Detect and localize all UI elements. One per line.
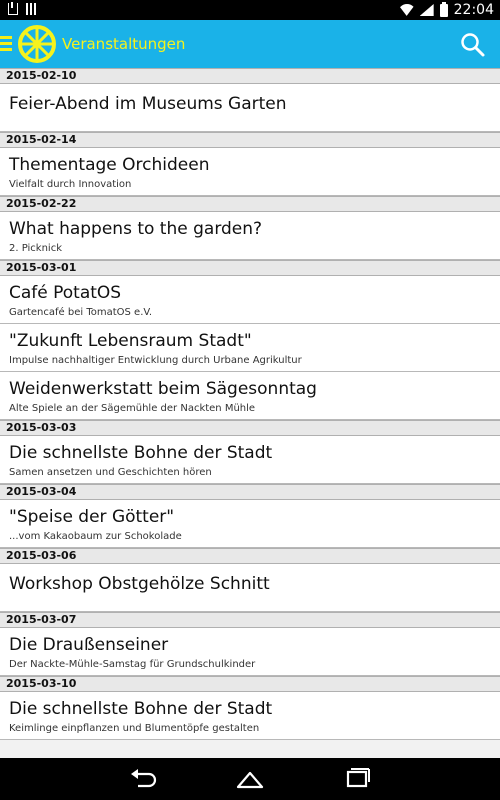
logo-wheel-icon[interactable] xyxy=(17,24,57,64)
home-icon[interactable] xyxy=(235,766,265,792)
event-title: "Zukunft Lebensraum Stadt" xyxy=(9,331,252,351)
event-title: "Speise der Götter" xyxy=(9,507,175,527)
event-title: Weidenwerkstatt beim Sägesonntag xyxy=(9,379,317,399)
date-header: 2015-02-10 xyxy=(0,68,500,84)
search-icon[interactable] xyxy=(460,32,486,58)
event-title: Thementage Orchideen xyxy=(9,155,210,175)
event-list[interactable]: 2015-02-10 Feier-Abend im Museums Garten 2… xyxy=(0,68,500,758)
event-list-item[interactable]: Feier-Abend im Museums Garten xyxy=(0,84,500,132)
page-title: Veranstaltungen xyxy=(62,35,186,53)
date-header: 2015-03-01 xyxy=(0,260,500,276)
battery-icon xyxy=(439,1,448,17)
wifi-icon xyxy=(400,4,414,16)
status-time: 22:04 xyxy=(453,2,494,18)
event-list-item[interactable]: Thementage Orchideen Vielfalt durch Innov… xyxy=(0,148,500,196)
event-list-item[interactable]: What happens to the garden? 2. Picknick xyxy=(0,212,500,260)
event-list-item[interactable]: Workshop Obstgehölze Schnitt xyxy=(0,564,500,612)
app-bar: Veranstaltungen xyxy=(0,20,500,68)
event-list-item[interactable]: "Speise der Götter" ...vom Kakaobaum zur … xyxy=(0,500,500,548)
date-header: 2015-03-04 xyxy=(0,484,500,500)
event-subtitle: Impulse nachhaltiger Entwicklung durch U… xyxy=(9,355,302,366)
event-list-item[interactable]: Die schnellste Bohne der Stadt Samen anse… xyxy=(0,436,500,484)
event-title: Workshop Obstgehölze Schnitt xyxy=(9,574,270,594)
event-list-item[interactable]: Die Draußenseiner Der Nackte-Mühle-Samsta… xyxy=(0,628,500,676)
event-list-item[interactable]: "Zukunft Lebensraum Stadt" Impulse nachha… xyxy=(0,324,500,372)
download-icon xyxy=(8,2,18,15)
event-title: Die schnellste Bohne der Stadt xyxy=(9,443,273,463)
recents-icon[interactable] xyxy=(342,766,372,792)
event-subtitle: Vielfalt durch Innovation xyxy=(9,179,132,190)
event-title: Feier-Abend im Museums Garten xyxy=(9,94,287,114)
date-header: 2015-03-10 xyxy=(0,676,500,692)
back-icon[interactable] xyxy=(128,766,158,792)
status-bar: 22:04 xyxy=(0,0,500,20)
date-header: 2015-03-07 xyxy=(0,612,500,628)
date-header: 2015-02-22 xyxy=(0,196,500,212)
navigation-bar xyxy=(0,758,500,800)
date-header: 2015-03-03 xyxy=(0,420,500,436)
event-title: What happens to the garden? xyxy=(9,219,263,239)
event-subtitle: Keimlinge einpflanzen und Blumentöpfe ge… xyxy=(9,723,260,734)
date-header: 2015-02-14 xyxy=(0,132,500,148)
menu-icon[interactable] xyxy=(0,36,12,52)
event-subtitle: 2. Picknick xyxy=(9,243,63,254)
event-title: Café PotatOS xyxy=(9,283,122,303)
event-subtitle: Samen ansetzen und Geschichten hören xyxy=(9,467,212,478)
event-list-item[interactable]: Weidenwerkstatt beim Sägesonntag Alte Spi… xyxy=(0,372,500,420)
event-subtitle: Alte Spiele an der Sägemühle der Nackten… xyxy=(9,403,256,414)
notification-icon xyxy=(26,3,38,15)
date-header: 2015-03-06 xyxy=(0,548,500,564)
event-list-item[interactable]: Café PotatOS Gartencafé bei TomatOS e.V. xyxy=(0,276,500,324)
signal-icon xyxy=(419,4,434,16)
event-subtitle: ...vom Kakaobaum zur Schokolade xyxy=(9,531,182,542)
event-subtitle: Der Nackte-Mühle-Samstag für Grundschulk… xyxy=(9,659,256,670)
event-title: Die schnellste Bohne der Stadt xyxy=(9,699,273,719)
event-list-item[interactable]: Die schnellste Bohne der Stadt Keimlinge … xyxy=(0,692,500,740)
event-title: Die Draußenseiner xyxy=(9,635,169,655)
event-subtitle: Gartencafé bei TomatOS e.V. xyxy=(9,307,153,318)
